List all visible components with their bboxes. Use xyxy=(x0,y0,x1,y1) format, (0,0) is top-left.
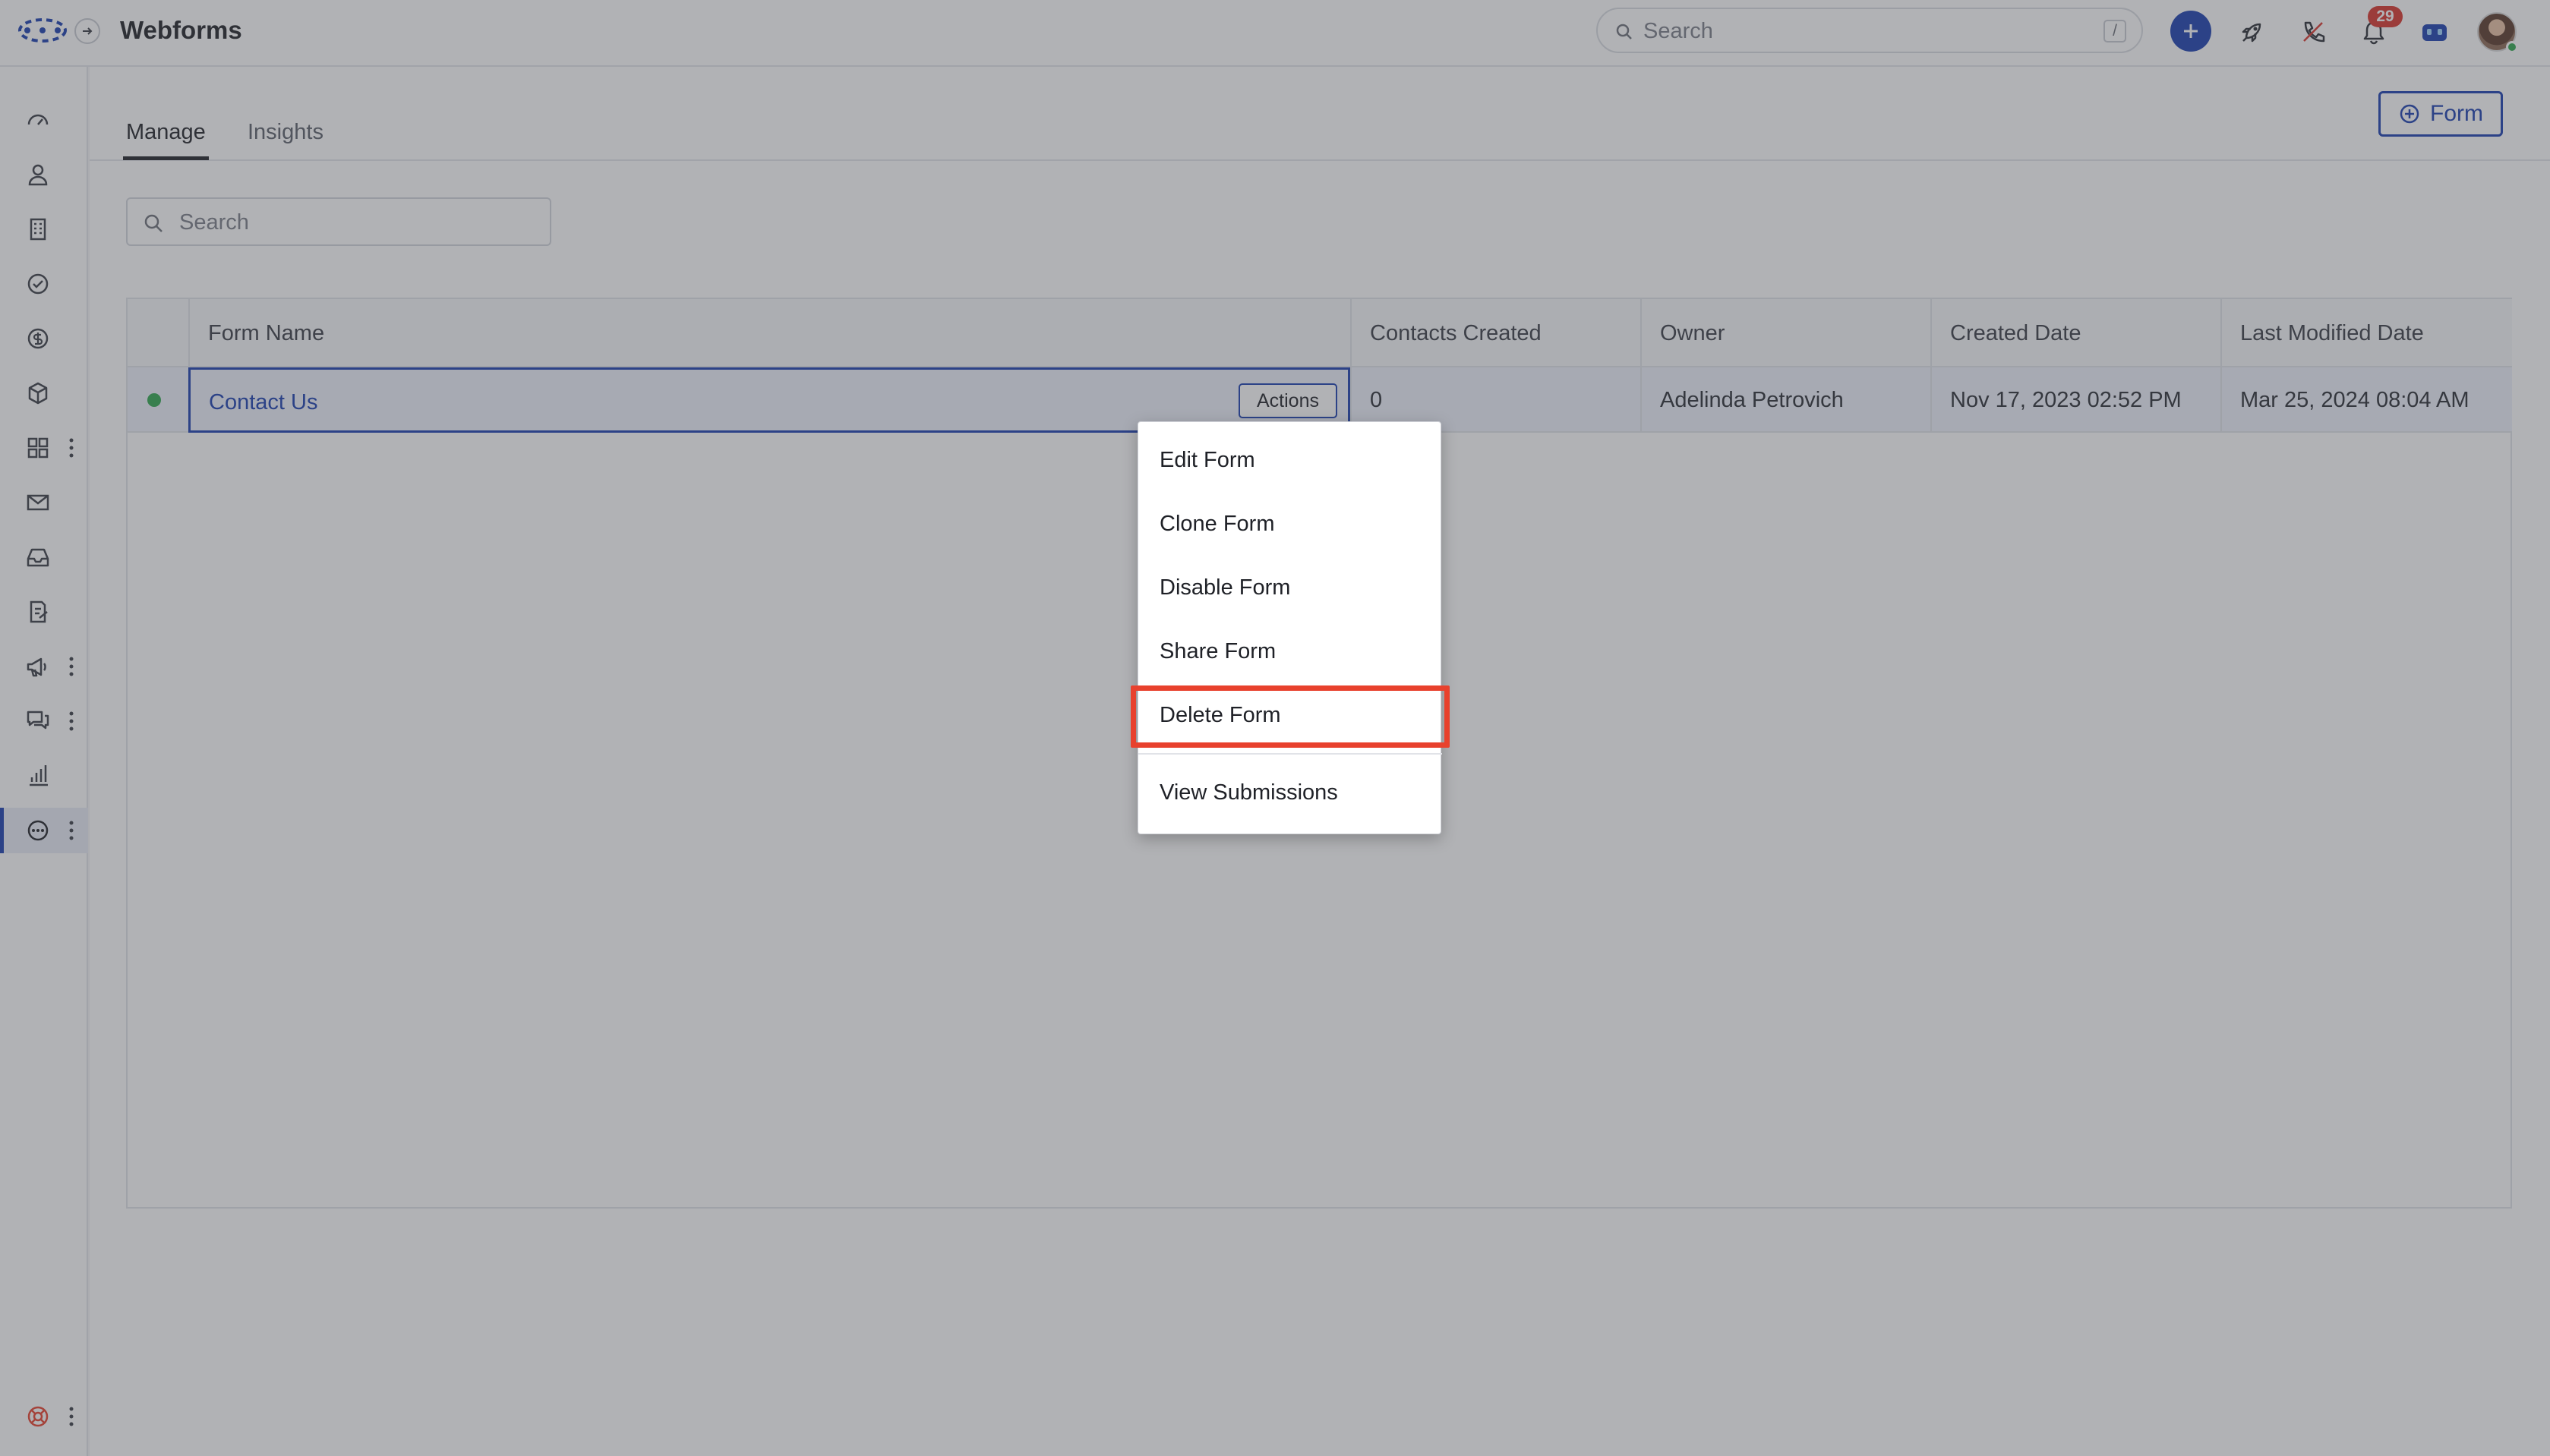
menu-item-share-form[interactable]: Share Form xyxy=(1138,619,1442,683)
menu-item-edit-form[interactable]: Edit Form xyxy=(1138,428,1442,492)
actions-dropdown-menu: Edit Form Clone Form Disable Form Share … xyxy=(1138,421,1442,834)
menu-item-clone-form[interactable]: Clone Form xyxy=(1138,492,1442,556)
menu-item-view-submissions[interactable]: View Submissions xyxy=(1138,761,1442,824)
menu-item-disable-form[interactable]: Disable Form xyxy=(1138,556,1442,619)
delete-form-highlight xyxy=(1131,685,1450,748)
menu-divider xyxy=(1138,753,1442,755)
